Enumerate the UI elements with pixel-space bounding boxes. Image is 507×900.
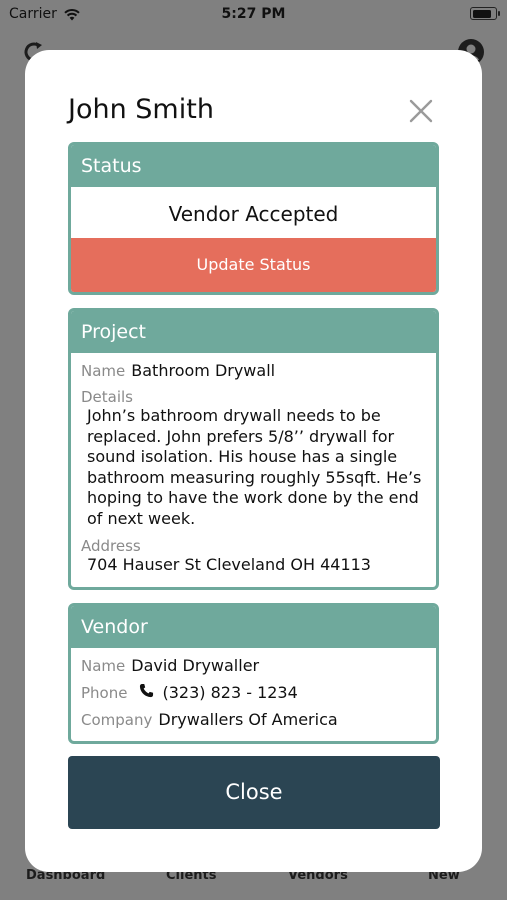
vendor-phone-row[interactable]: Phone (323) 823 - 1234: [81, 683, 427, 702]
project-name-label: Name: [81, 362, 126, 380]
status-card-header: Status: [71, 145, 436, 187]
vendor-company-label: Company: [81, 711, 153, 729]
project-card-body: Name Bathroom Drywall Details John’s bat…: [71, 353, 436, 582]
project-card-header: Project: [71, 311, 436, 353]
vendor-card-header: Vendor: [71, 606, 436, 648]
vendor-company-row: Company Drywallers Of America: [81, 710, 427, 729]
battery-level: [472, 9, 492, 18]
status-bar: Carrier 5:27 PM: [0, 0, 507, 28]
client-detail-modal: John Smith Status Vendor Accepted Update…: [25, 50, 482, 872]
vendor-name-label: Name: [81, 657, 126, 675]
modal-title: John Smith: [68, 94, 214, 125]
vendor-phone-label: Phone: [81, 684, 128, 702]
project-details-label: Details: [81, 388, 134, 406]
project-address-label: Address: [81, 537, 141, 555]
vendor-company-value: Drywallers Of America: [158, 710, 338, 729]
close-button[interactable]: Close: [68, 756, 440, 829]
clock: 5:27 PM: [221, 6, 286, 22]
update-status-button[interactable]: Update Status: [71, 238, 436, 292]
project-details-value: John’s bathroom drywall needs to be repl…: [87, 406, 422, 528]
project-name-value: Bathroom Drywall: [131, 361, 276, 380]
vendor-name-row: Name David Drywaller: [81, 656, 427, 675]
vendor-card: Vendor Name David Drywaller Phone (323) …: [68, 603, 439, 744]
vendor-card-body: Name David Drywaller Phone (323) 823 - 1…: [71, 648, 436, 741]
status-card: Status Vendor Accepted Update Status: [68, 142, 439, 295]
project-name-row: Name Bathroom Drywall: [81, 361, 427, 380]
phone-icon[interactable]: [139, 683, 154, 698]
close-icon[interactable]: [408, 98, 434, 124]
vendor-phone-value[interactable]: (323) 823 - 1234: [162, 683, 297, 702]
vendor-name-value: David Drywaller: [131, 656, 260, 675]
project-card: Project Name Bathroom Drywall Details Jo…: [68, 308, 439, 590]
status-value: Vendor Accepted: [168, 202, 339, 226]
project-address-value: 704 Hauser St Cleveland OH 44113: [87, 555, 371, 574]
battery-icon: [470, 7, 500, 20]
